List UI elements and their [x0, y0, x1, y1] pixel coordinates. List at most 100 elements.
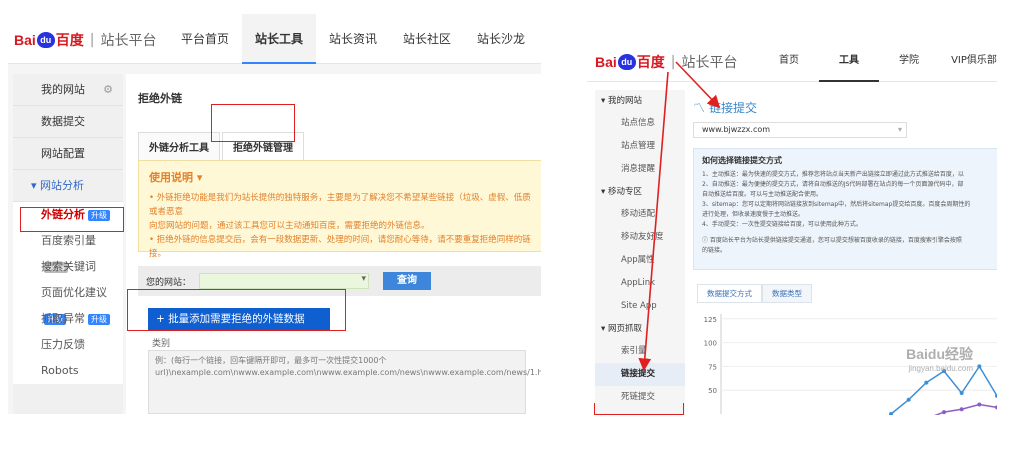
type-label: 类别 [152, 339, 171, 349]
info-line: 4、手动提交：一次性提交链接给百度，可以使用此种方式。 [702, 221, 862, 228]
usage-note: 使用说明 ▾ • 外链拒绝功能是我们为站长提供的独特服务，主要是为了解决您不希望… [138, 160, 541, 259]
links-textarea[interactable]: 例：(每行一个链接，回车键隔开即可，最多可一次性提交1000个url)\nexa… [148, 350, 541, 414]
info-line: 1、主动推送：最为快速的提交方式，推荐您将站点当天新产出链接立即通过此方式推送给… [702, 171, 964, 178]
sidebar-item[interactable]: 站点信息 [595, 112, 685, 135]
chart-tab-bar: 数据提交方式 数据类型 [697, 284, 812, 303]
nav-community[interactable]: 站长社区 [390, 14, 464, 64]
sidebar-item[interactable]: 消息提醒 [595, 158, 685, 181]
gear-icon[interactable]: ⚙ [103, 74, 113, 106]
watermark-main: Baidu经验 [906, 346, 973, 362]
nav-tools[interactable]: 工具 [819, 40, 879, 82]
sidebar-label: 网站分析 [40, 179, 85, 192]
data-point [942, 410, 946, 415]
watermark: Baidu经验 jingyan.baidu.com [906, 344, 973, 373]
tab-backlink-tool[interactable]: 外链分析工具 [138, 132, 220, 160]
sidebar-group[interactable]: ▾ 网页抓取 [595, 318, 685, 340]
sidebar-item[interactable]: 移动适配 [595, 203, 685, 226]
sidebar-item[interactable]: 站点管理 [595, 135, 685, 158]
note-line: 向您网站的问题，通过该工具您可以主动通知百度，需要拒绝的外链信息。 [149, 221, 430, 231]
baidu-logo[interactable]: Bai du 百度 | 站长平台 [595, 52, 738, 72]
sidebar-label: 百度索引量 [41, 234, 96, 247]
site-label: 您的网站： [146, 277, 192, 288]
paw-icon: du [36, 32, 55, 48]
sidebar-group[interactable]: ▾ 移动专区 [595, 181, 685, 203]
logo-bai: Bai [595, 54, 617, 70]
page-title: 〽链接提交 [693, 99, 761, 116]
query-button[interactable]: 查询 [383, 272, 432, 290]
info-tip-cont: 的链接。 [702, 247, 727, 254]
data-point [959, 407, 964, 412]
y-tick-label: 50 [708, 387, 717, 395]
y-tick-label: 75 [708, 363, 717, 371]
info-line: 自动推送给百度。可以与主动推送配合使用。 [702, 191, 823, 198]
page-title: 拒绝外链 [138, 92, 182, 105]
logo-site-name: 站长平台 [681, 55, 738, 71]
sidebar-item-search-keywords[interactable]: 搜索关键词 [13, 254, 123, 280]
sidebar-item-my-sites[interactable]: 我的网站 ⚙ [13, 74, 123, 106]
note-line: • 拒绝外链的信息提交后，会有一段数据更新、处理的时间，请您耐心等待，请不要重复… [149, 235, 531, 259]
logo-bai: Bai [14, 32, 36, 48]
nav-academy[interactable]: 学院 [879, 40, 939, 82]
site-select[interactable] [199, 273, 370, 289]
paw-icon: du [617, 54, 636, 70]
chevron-down-icon: ▾ [196, 171, 203, 184]
sidebar-item[interactable]: 索引量 [595, 340, 685, 363]
sidebar-item-site-config[interactable]: 网站配置 [13, 138, 123, 170]
data-point [906, 397, 911, 402]
sidebar-item-page-optimization[interactable]: 页面优化建议升级 [13, 280, 123, 325]
logo-site-name: 站长平台 [100, 33, 157, 49]
tab-data-type[interactable]: 数据类型 [762, 284, 812, 303]
note-title: 使用说明 ▾ [149, 169, 532, 185]
highlight-box-link-submit [594, 403, 684, 415]
nav-tools[interactable]: 站长工具 [242, 14, 316, 64]
data-point [977, 402, 982, 407]
data-point [977, 364, 982, 369]
sidebar-label: 抓取异常 [41, 312, 85, 325]
sidebar-item[interactable]: 移动友好度 [595, 226, 685, 249]
highlight-box-add-button [127, 289, 346, 331]
left-main-panel: 拒绝外链 外链分析工具 拒绝外链管理 使用说明 ▾ • 外链拒绝功能是我们为站长… [126, 74, 541, 414]
left-sidebar: 我的网站⚙ 数据提交 网站配置 ▾ 网站分析 外链分析升级 百度索引量beta … [13, 74, 123, 414]
sidebar-item-data-submit[interactable]: 数据提交 [13, 106, 123, 138]
nav-news[interactable]: 站长资讯 [316, 14, 390, 64]
info-line: 2、自动推送：最为便捷的提交方式，请将自动推送的JS代码部署在站点的每一个页面源… [702, 181, 964, 188]
watermark-sub: jingyan.baidu.com [908, 364, 973, 373]
sidebar-label: 我的网站 [41, 83, 85, 96]
info-title: 如何选择链接提交方式 [702, 156, 782, 165]
left-top-nav: 平台首页 站长工具 站长资讯 站长社区 站长沙龙 [168, 14, 538, 64]
tab-submit-method[interactable]: 数据提交方式 [697, 284, 762, 303]
chart-icon: 〽 [693, 101, 706, 115]
nav-salon[interactable]: 站长沙龙 [464, 14, 538, 64]
right-top-nav: 首页 工具 学院 VIP俱乐部 [759, 40, 997, 82]
sidebar-item[interactable]: App属性 [595, 249, 685, 272]
sidebar-item[interactable]: Site App [595, 295, 685, 318]
logo-cn: 百度 [636, 55, 665, 71]
right-header: Bai du 百度 | 站长平台 首页 工具 学院 VIP俱乐部 [587, 40, 997, 82]
nav-vip-club[interactable]: VIP俱乐部 [939, 40, 997, 82]
sidebar-group[interactable]: ▾ 我的网站 [595, 90, 685, 112]
logo-separator: | [670, 54, 676, 70]
nav-home[interactable]: 平台首页 [168, 14, 242, 64]
sidebar-item-crawl-errors[interactable]: 抓取异常 升级 [13, 306, 123, 332]
info-tip: ⓘ 百度站长平台为站长提供链接提交通道，您可以提交想被百度收录的链接，百度搜索引… [702, 237, 962, 244]
logo-cn: 百度 [55, 33, 84, 49]
left-header: Bai du 百度 | 站长平台 平台首页 站长工具 站长资讯 站长社区 站长沙… [8, 14, 541, 64]
sidebar-group-site-analysis[interactable]: ▾ 网站分析 [13, 170, 123, 202]
sidebar-item[interactable]: 链接提交 [595, 363, 685, 386]
data-point [924, 380, 929, 385]
sidebar-label: 页面优化建议 [41, 286, 107, 299]
info-line: 3、sitemap：您可以定期将网站链接放到sitemap中，然后将sitema… [702, 201, 971, 208]
left-screenshot: Bai du 百度 | 站长平台 平台首页 站长工具 站长资讯 站长社区 站长沙… [8, 14, 541, 414]
sidebar-item-pressure-feedback[interactable]: 压力反馈 [13, 332, 123, 358]
highlight-box-tab [211, 104, 295, 142]
sidebar-item-robots[interactable]: Robots [13, 358, 123, 384]
caret-down-icon: ▾ [31, 179, 41, 192]
site-select[interactable]: www.bjwzzx.com [693, 122, 907, 138]
upgrade-badge: 升级 [88, 313, 110, 325]
sidebar-item[interactable]: AppLink [595, 272, 685, 295]
nav-home[interactable]: 首页 [759, 40, 819, 82]
note-line: • 外链拒绝功能是我们为站长提供的独特服务，主要是为了解决您不希望某些链接（垃圾… [149, 193, 531, 217]
logo-separator: | [89, 32, 95, 48]
info-box: 如何选择链接提交方式 1、主动推送：最为快速的提交方式，推荐您将站点当天新产出链… [693, 148, 997, 270]
baidu-logo[interactable]: Bai du 百度 | 站长平台 [14, 30, 157, 50]
